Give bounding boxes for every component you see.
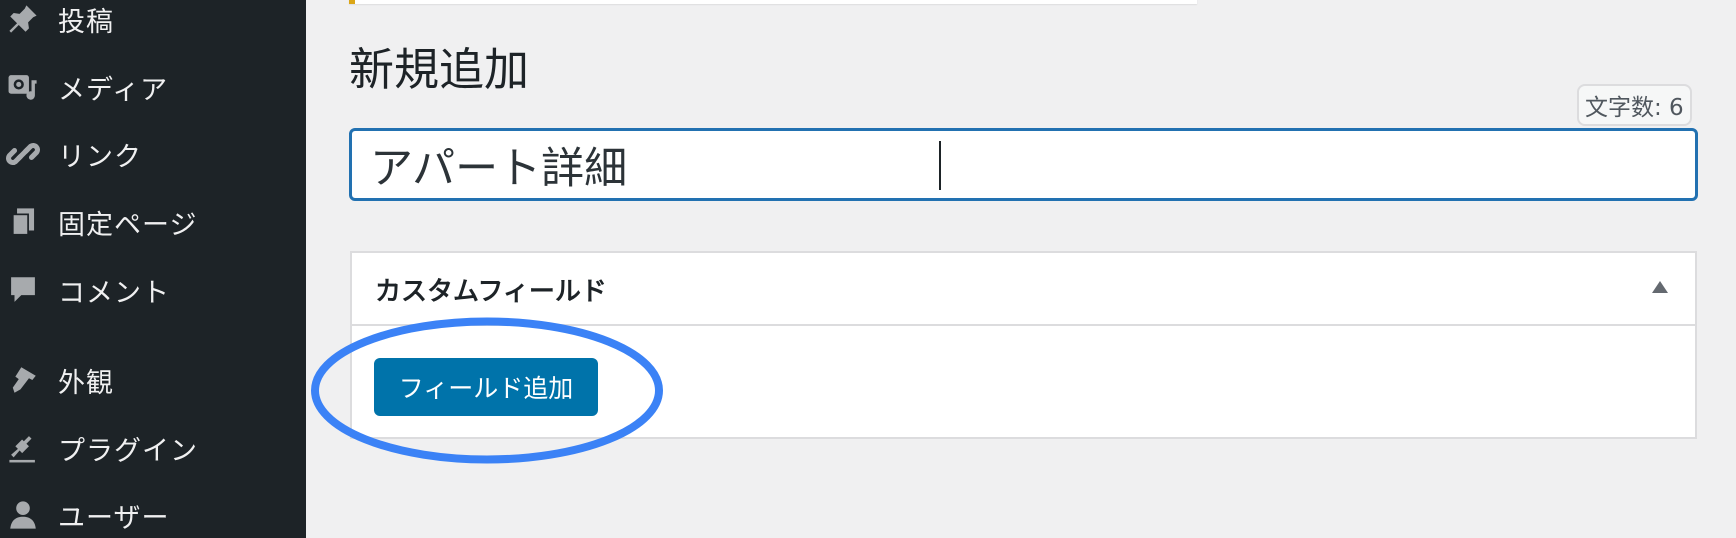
main-content: 新規追加 文字数: 6 カスタムフィールド フィールド追加 <box>306 0 1736 538</box>
sidebar-item-label: コメント <box>58 277 170 309</box>
media-icon <box>3 67 43 107</box>
plugin-icon <box>3 428 43 468</box>
sidebar-item-label: 外観 <box>58 367 114 399</box>
admin-notice-strip <box>349 0 1197 4</box>
pages-icon <box>3 202 43 242</box>
text-cursor <box>939 141 941 190</box>
custom-fields-panel: カスタムフィールド フィールド追加 <box>350 251 1697 439</box>
custom-fields-title: カスタムフィールド <box>375 277 607 307</box>
post-title-input[interactable] <box>349 128 1698 201</box>
custom-fields-header[interactable]: カスタムフィールド <box>352 253 1695 326</box>
sidebar-item-label: ユーザー <box>58 502 170 534</box>
sidebar-item-media[interactable]: メディア <box>0 62 306 112</box>
page-title: 新規追加 <box>349 43 530 96</box>
sidebar-item-plugins[interactable]: プラグイン <box>0 423 306 473</box>
sidebar-item-users[interactable]: ユーザー <box>0 490 306 538</box>
sidebar-item-comments[interactable]: コメント <box>0 265 306 315</box>
user-icon <box>3 495 43 535</box>
wordpress-admin-screen: 投稿 メディア リンク 固定ページ コメント 外観 プラグイン ユーザー 新規追… <box>0 0 1736 538</box>
character-count-badge: 文字数: 6 <box>1577 84 1692 126</box>
sidebar-item-label: リンク <box>58 141 142 173</box>
pin-icon <box>3 0 43 39</box>
sidebar-item-posts[interactable]: 投稿 <box>0 0 306 44</box>
triangle-up-icon[interactable] <box>1652 281 1668 293</box>
appearance-icon <box>3 360 43 400</box>
sidebar-item-appearance[interactable]: 外観 <box>0 355 306 405</box>
sidebar-item-label: 投稿 <box>58 6 114 38</box>
sidebar-item-pages[interactable]: 固定ページ <box>0 197 306 247</box>
sidebar-item-label: プラグイン <box>58 435 198 467</box>
sidebar-item-links[interactable]: リンク <box>0 129 306 179</box>
comment-icon <box>3 270 43 310</box>
sidebar-item-label: メディア <box>58 74 169 106</box>
admin-sidebar: 投稿 メディア リンク 固定ページ コメント 外観 プラグイン ユーザー <box>0 0 306 538</box>
add-field-button[interactable]: フィールド追加 <box>374 358 598 416</box>
sidebar-item-label: 固定ページ <box>58 209 198 241</box>
link-icon <box>3 134 43 174</box>
